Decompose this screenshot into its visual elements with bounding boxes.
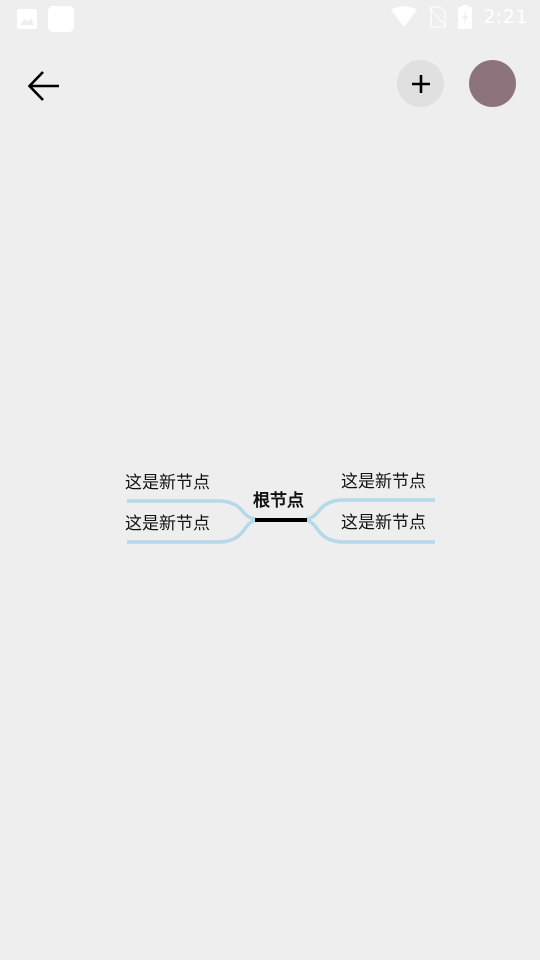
node-left-2[interactable]: 这是新节点 [125, 514, 210, 534]
theme-color-button[interactable] [469, 60, 516, 107]
status-bar: 2:21 [0, 0, 540, 36]
battery-charging-icon [457, 5, 473, 29]
mindmap-canvas[interactable]: 这是新节点 这是新节点 根节点 这是新节点 这是新节点 [0, 116, 540, 960]
node-root[interactable]: 根节点 [253, 491, 304, 511]
plus-icon [410, 73, 432, 95]
status-right-icons: 2:21 [391, 5, 528, 29]
image-icon [16, 8, 38, 30]
node-right-2[interactable]: 这是新节点 [341, 513, 426, 533]
app-bar [0, 56, 540, 116]
no-sim-icon [427, 6, 447, 28]
mindmap-branches [127, 498, 435, 544]
back-button[interactable] [20, 62, 68, 110]
status-time: 2:21 [483, 6, 528, 28]
status-left-icons [16, 6, 74, 32]
wifi-icon [391, 6, 418, 28]
arrow-left-icon [26, 68, 62, 104]
node-right-1[interactable]: 这是新节点 [341, 472, 426, 492]
app-square-icon [48, 6, 74, 32]
node-left-1[interactable]: 这是新节点 [125, 473, 210, 493]
add-node-button[interactable] [397, 60, 444, 107]
screen: 2:21 这是新节点 这是新节点 根节点 这是新节点 这是新节点 [0, 0, 540, 960]
